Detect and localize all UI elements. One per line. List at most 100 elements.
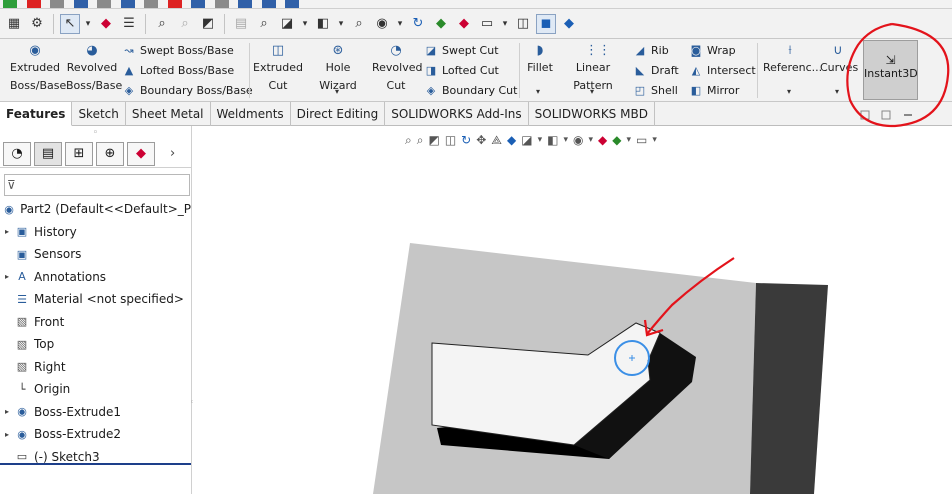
chevron-down-icon[interactable]: ▾ bbox=[300, 14, 310, 34]
toolbar-icon[interactable] bbox=[167, 0, 182, 8]
scene-icon[interactable]: ◆ bbox=[612, 133, 621, 147]
zoom-icon[interactable]: ⌕ bbox=[152, 14, 172, 34]
chevron-down-icon[interactable]: ▾ bbox=[500, 14, 510, 34]
tree-item-material[interactable]: ☰ Material <not specified> bbox=[0, 288, 191, 311]
shell-button[interactable]: ◰ Shell bbox=[633, 80, 678, 100]
curves-dropdown-icon[interactable]: ▾ bbox=[835, 87, 839, 96]
shaded-cube-icon[interactable]: ◼ bbox=[536, 13, 556, 34]
lofted-cut-button[interactable]: ◨ Lofted Cut bbox=[424, 60, 499, 80]
eye-icon[interactable]: ◉ bbox=[573, 133, 583, 147]
chevron-down-icon[interactable]: ▾ bbox=[588, 135, 593, 145]
tree-rollback-bar[interactable] bbox=[0, 463, 191, 465]
section-view-icon[interactable]: ◫ bbox=[445, 133, 456, 147]
confirm-icon[interactable] bbox=[3, 0, 17, 8]
toolbar-icon[interactable] bbox=[238, 0, 252, 8]
rotate-icon[interactable]: ↻ bbox=[461, 133, 471, 147]
appearance-icon[interactable]: ◆ bbox=[454, 14, 474, 34]
zoom-area-icon[interactable]: ⌕ bbox=[417, 133, 424, 148]
pan-icon[interactable]: ✥ bbox=[476, 133, 486, 147]
tree-item-top-plane[interactable]: ▧ Top bbox=[0, 333, 191, 356]
wrap-button[interactable]: ◙ Wrap bbox=[689, 40, 736, 60]
chevron-right-icon[interactable]: › bbox=[170, 146, 175, 161]
section-view-icon[interactable]: ◩ bbox=[198, 14, 218, 34]
feature-tree-tab-icon[interactable]: ◔ bbox=[3, 141, 31, 166]
instant3d-button[interactable]: ⇲ Instant3D bbox=[863, 40, 918, 100]
revolved-boss-button[interactable]: ◕ Revolved Boss/Base bbox=[66, 43, 122, 95]
intersect-button[interactable]: ◭ Intersect bbox=[689, 60, 756, 80]
tab-solidworks-add-ins[interactable]: SOLIDWORKS Add-Ins bbox=[385, 102, 529, 126]
fillet-button[interactable]: ◗ Fillet bbox=[525, 43, 555, 77]
tab-sketch[interactable]: Sketch bbox=[72, 102, 126, 126]
display-style-icon[interactable]: ◪ bbox=[277, 14, 297, 34]
reference-dropdown-icon[interactable]: ▾ bbox=[787, 87, 791, 96]
rotate-icon[interactable]: ↻ bbox=[408, 14, 428, 34]
view-orientation-icon[interactable]: ◆ bbox=[507, 133, 516, 147]
panel-grip-icon[interactable]: ◦ bbox=[0, 126, 191, 140]
view-icon[interactable]: ▤ bbox=[231, 14, 251, 34]
toolbar-icon[interactable] bbox=[50, 0, 64, 8]
chevron-down-icon[interactable]: ▾ bbox=[538, 135, 543, 145]
previous-view-icon[interactable]: ◩ bbox=[428, 133, 439, 147]
shaded-solid-icon[interactable]: ◆ bbox=[559, 14, 579, 34]
toolbar-icon[interactable] bbox=[97, 0, 111, 8]
chevron-right-icon[interactable]: ▸ bbox=[0, 407, 14, 416]
tree-item-boss-extrude1[interactable]: ▸ ◉ Boss-Extrude1 bbox=[0, 401, 191, 424]
dynamic-annotation-icon[interactable]: ⟁ bbox=[491, 133, 502, 148]
configuration-manager-tab-icon[interactable]: ⊞ bbox=[65, 141, 93, 166]
curves-button[interactable]: ∪ Curves bbox=[820, 43, 858, 77]
display-manager-tab-icon[interactable]: ◆ bbox=[127, 141, 155, 166]
tree-item-front-plane[interactable]: ▧ Front bbox=[0, 311, 191, 334]
grid-icon[interactable]: ▦ bbox=[4, 14, 24, 34]
revolved-cut-button[interactable]: ◔ Revolved Cut bbox=[372, 43, 422, 95]
hole-wizard-dropdown-icon[interactable]: ▾ bbox=[335, 87, 339, 96]
lofted-boss-button[interactable]: ▲ Lofted Boss/Base bbox=[122, 60, 234, 80]
chevron-right-icon[interactable]: ▸ bbox=[0, 430, 14, 439]
tree-root-item[interactable]: ◉ Part2 (Default<<Default>_P bbox=[0, 198, 191, 221]
dimxpert-tab-icon[interactable]: ⊕ bbox=[96, 141, 124, 166]
toolbar-icon[interactable] bbox=[120, 0, 135, 8]
tab-solidworks-mbd[interactable]: SOLIDWORKS MBD bbox=[529, 102, 655, 126]
view-orientation-icon[interactable]: ◧ bbox=[313, 14, 333, 34]
monitor-icon[interactable]: ▭ bbox=[477, 14, 497, 34]
zoom-fit-icon[interactable]: ⌕ bbox=[254, 14, 274, 34]
cancel-icon[interactable] bbox=[26, 0, 41, 8]
monitor-icon[interactable]: ▭ bbox=[636, 133, 647, 147]
chevron-down-icon[interactable]: ▾ bbox=[563, 135, 568, 145]
options-list-icon[interactable]: ☰ bbox=[119, 14, 139, 34]
draft-button[interactable]: ◣ Draft bbox=[633, 60, 679, 80]
toolbar-icon[interactable] bbox=[144, 0, 158, 8]
chevron-down-icon[interactable]: ▾ bbox=[83, 14, 93, 34]
rebuild-icon[interactable]: ⚙ bbox=[27, 14, 47, 34]
chevron-right-icon[interactable]: ▸ bbox=[0, 227, 14, 236]
graphics-area[interactable]: ⌕ ⌕ ◩ ◫ ↻ ✥ ⟁ ◆ ◪ ▾ ◧ ▾ ◉ ▾ ◆ ◆ ▾ ▭ ▾ bbox=[193, 126, 952, 494]
scene-icon[interactable]: ◆ bbox=[431, 14, 451, 34]
toolbar-icon[interactable] bbox=[261, 0, 276, 8]
chevron-down-icon[interactable]: ▾ bbox=[395, 14, 405, 34]
tree-item-history[interactable]: ▸ ▣ History bbox=[0, 221, 191, 244]
linear-pattern-dropdown-icon[interactable]: ▾ bbox=[590, 87, 594, 96]
tree-filter-input[interactable]: ⊽ bbox=[4, 174, 190, 196]
zoom-to-fit-icon[interactable]: ⌕ bbox=[405, 133, 412, 148]
hide-show-icon[interactable]: ◧ bbox=[547, 133, 558, 147]
chevron-right-icon[interactable]: ▸ bbox=[0, 272, 14, 281]
mirror-button[interactable]: ◧ Mirror bbox=[689, 80, 740, 100]
tree-item-annotations[interactable]: ▸ A Annotations bbox=[0, 266, 191, 289]
tab-direct-editing[interactable]: Direct Editing bbox=[291, 102, 386, 126]
chevron-down-icon[interactable]: ▾ bbox=[652, 135, 657, 145]
select-cursor-icon[interactable]: ↖ bbox=[60, 13, 80, 34]
view-cube-icon[interactable]: ◫ bbox=[513, 14, 533, 34]
tree-item-boss-extrude2[interactable]: ▸ ◉ Boss-Extrude2 bbox=[0, 423, 191, 446]
toolbar-icon[interactable] bbox=[214, 0, 229, 8]
display-style-icon[interactable]: ◪ bbox=[521, 133, 532, 147]
toolbar-icon[interactable] bbox=[285, 0, 299, 8]
rib-button[interactable]: ◢ Rib bbox=[633, 40, 669, 60]
appearance-icon[interactable]: ◆ bbox=[598, 133, 607, 147]
tab-sheet-metal[interactable]: Sheet Metal bbox=[126, 102, 211, 126]
zoom-area-icon[interactable]: ⌕ bbox=[175, 14, 195, 34]
hide-show-icon[interactable]: ⌕ bbox=[349, 14, 369, 34]
property-manager-tab-icon[interactable]: ▤ bbox=[34, 141, 62, 166]
appearance-icon[interactable]: ◆ bbox=[96, 14, 116, 34]
tab-weldments[interactable]: Weldments bbox=[211, 102, 291, 126]
eye-icon[interactable]: ◉ bbox=[372, 14, 392, 34]
chevron-down-icon[interactable]: ▾ bbox=[336, 14, 346, 34]
